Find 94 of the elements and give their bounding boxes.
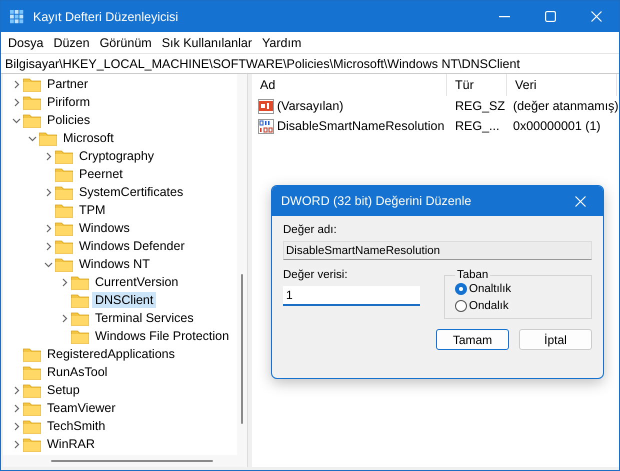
folder-icon [55, 184, 73, 200]
tree-item[interactable]: Windows Defender [76, 238, 188, 254]
column-header[interactable]: Tür [447, 74, 507, 96]
tree-item[interactable]: SystemCertificates [76, 184, 186, 200]
folder-icon [55, 202, 73, 218]
folder-icon [71, 328, 89, 344]
column-header[interactable]: Ad [252, 74, 447, 96]
folder-icon [23, 346, 41, 362]
chevron-right-icon[interactable] [12, 422, 20, 430]
chevron-right-icon[interactable] [44, 224, 52, 232]
group-label: Taban [456, 269, 490, 281]
column-header[interactable]: Veri [507, 74, 617, 96]
folder-icon [23, 112, 41, 128]
folder-icon [23, 418, 41, 434]
folder-icon [55, 256, 73, 272]
field-label: Değer adı: [283, 224, 338, 236]
tree-item[interactable]: RegisteredApplications [44, 346, 178, 362]
folder-icon [55, 238, 73, 254]
chevron-right-icon[interactable] [44, 152, 52, 160]
folder-icon [23, 382, 41, 398]
folder-icon [55, 166, 73, 182]
chevron-down-icon[interactable] [12, 116, 20, 124]
menu-item[interactable]: Görünüm [94, 36, 157, 50]
tree-item[interactable]: Peernet [76, 166, 126, 182]
folder-icon [55, 148, 73, 164]
string-value-icon [258, 98, 274, 114]
registry-app-icon [10, 10, 24, 24]
folder-icon [23, 436, 41, 452]
value-data-field[interactable]: 1 [283, 286, 420, 306]
tree-item[interactable]: DNSClient [92, 292, 156, 308]
dialog-button[interactable]: İptal [519, 329, 592, 350]
value-data: 0x00000001 (1) [512, 119, 602, 133]
folder-icon [55, 220, 73, 236]
tree-item[interactable]: Windows File Protection [92, 328, 232, 344]
tree-item[interactable]: TPM [76, 202, 108, 218]
value-type: REG_SZ [454, 99, 506, 113]
folder-icon [23, 94, 41, 110]
tree-item[interactable]: TeamViewer [44, 400, 119, 416]
maximize-icon[interactable] [544, 11, 556, 22]
value-type: REG_... [454, 119, 500, 133]
folder-icon [23, 364, 41, 380]
radio-button[interactable] [455, 283, 467, 295]
chevron-down-icon[interactable] [28, 134, 36, 142]
chevron-right-icon[interactable] [12, 80, 20, 88]
tree-item[interactable]: CurrentVersion [92, 274, 182, 290]
tree-item[interactable]: Microsoft [60, 130, 117, 146]
menu-item[interactable]: Yardım [257, 36, 306, 50]
value-name[interactable]: (Varsayılan) [277, 99, 447, 113]
tree-item[interactable]: Setup [44, 382, 83, 398]
scrollbar-thumb[interactable] [51, 460, 213, 462]
chevron-right-icon[interactable] [12, 386, 20, 394]
folder-icon [39, 130, 57, 146]
radio-button[interactable] [455, 300, 467, 312]
tree-item[interactable]: Partner [44, 76, 91, 92]
dialog-button[interactable]: Tamam [436, 329, 509, 350]
window-title: Kayıt Defteri Düzenleyicisi [33, 10, 180, 24]
tree-item[interactable]: Windows [76, 220, 133, 236]
folder-icon [71, 310, 89, 326]
folder-icon [71, 274, 89, 290]
tree-item[interactable]: WinRAR [44, 436, 98, 452]
value-name-field[interactable]: DisableSmartNameResolution [283, 241, 592, 260]
scrollbar-thumb[interactable] [241, 274, 243, 424]
close-icon[interactable] [590, 11, 602, 22]
folder-icon [23, 76, 41, 92]
menu-item[interactable]: Dosya [3, 36, 48, 50]
dialog-title: DWORD (32 bit) Değerini Düzenle [281, 194, 472, 208]
tree-item[interactable]: Windows NT [76, 256, 153, 272]
minimize-icon[interactable] [498, 16, 510, 18]
tree-item[interactable]: Cryptography [76, 148, 158, 164]
chevron-right-icon[interactable] [44, 242, 52, 250]
chevron-right-icon[interactable] [12, 440, 20, 448]
address-bar[interactable]: Bilgisayar\HKEY_LOCAL_MACHINE\SOFTWARE\Policies\Microsoft\Windows NT\DNSClient [1, 53, 619, 73]
chevron-right-icon[interactable] [60, 278, 68, 286]
chevron-down-icon[interactable] [44, 260, 52, 268]
tree-item[interactable]: Terminal Services [92, 310, 197, 326]
menu-item[interactable]: Sık Kullanılanlar [156, 36, 258, 50]
chevron-right-icon[interactable] [44, 188, 52, 196]
field-label: Değer verisi: [283, 269, 349, 281]
value-data: (değer atanmamış) [512, 99, 619, 113]
chevron-right-icon[interactable] [12, 404, 20, 412]
menu-item[interactable]: Düzen [48, 36, 95, 50]
tree-item[interactable]: RunAsTool [44, 364, 110, 380]
folder-icon [71, 292, 89, 308]
tree-item[interactable]: Policies [44, 112, 94, 128]
folder-icon [23, 400, 41, 416]
radio-label[interactable]: Ondalık [469, 300, 509, 312]
chevron-right-icon[interactable] [12, 98, 20, 106]
value-name[interactable]: DisableSmartNameResolution [277, 119, 447, 133]
chevron-right-icon[interactable] [60, 314, 68, 322]
tree-item[interactable]: TechSmith [44, 418, 108, 434]
radio-label[interactable]: Onaltılık [469, 283, 512, 295]
binary-value-icon [258, 118, 274, 134]
tree-item[interactable]: Piriform [44, 94, 94, 110]
close-icon[interactable] [574, 196, 586, 206]
